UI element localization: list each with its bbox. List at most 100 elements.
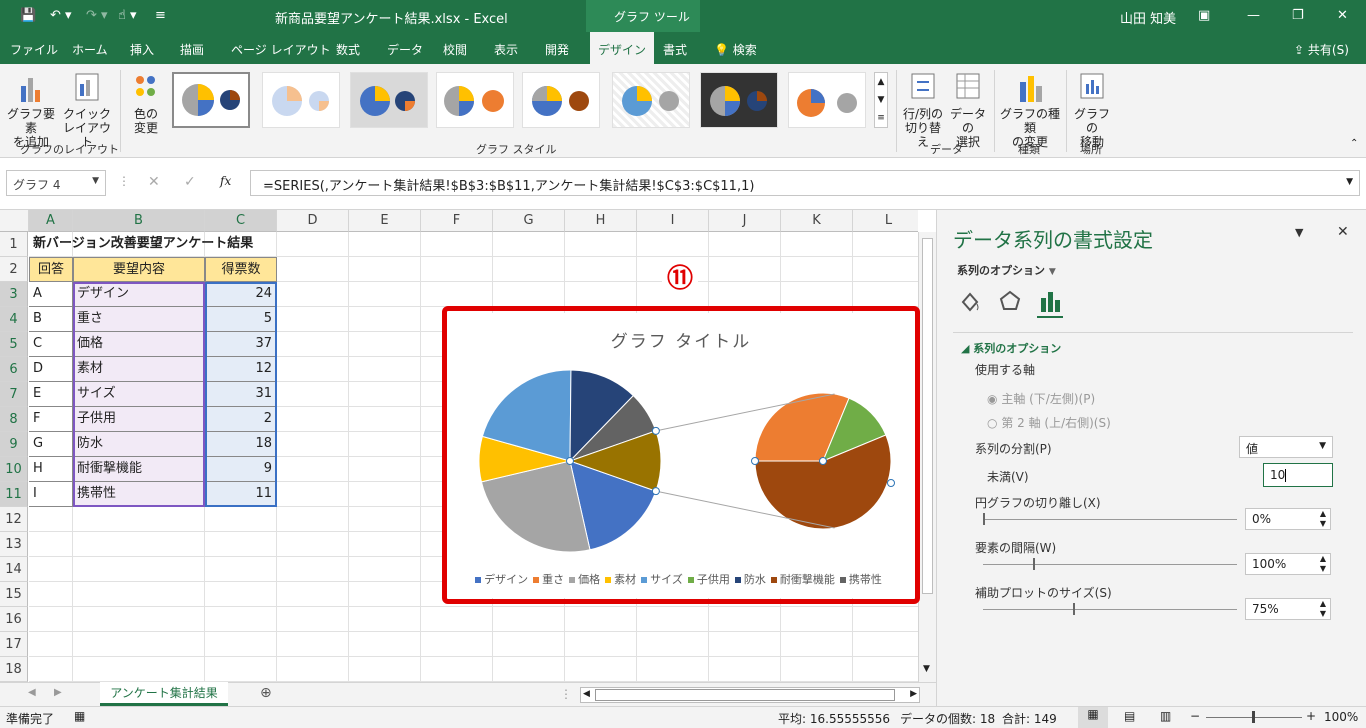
- name-box[interactable]: グラフ 4 ▼: [6, 170, 106, 196]
- cell[interactable]: [493, 282, 565, 307]
- cell[interactable]: [421, 232, 493, 257]
- cell[interactable]: [349, 507, 421, 532]
- collapse-ribbon-icon[interactable]: ⌃: [1350, 138, 1358, 149]
- cell[interactable]: [349, 657, 421, 682]
- column-header[interactable]: D: [277, 210, 349, 232]
- scroll-left-icon[interactable]: ◀: [583, 689, 590, 699]
- data-cell[interactable]: D: [29, 357, 73, 382]
- cell[interactable]: [73, 632, 205, 657]
- scroll-right-icon[interactable]: ▶: [910, 689, 917, 699]
- tab-data[interactable]: データ: [387, 41, 423, 58]
- data-cell[interactable]: 重さ: [73, 307, 205, 332]
- cell[interactable]: [349, 357, 421, 382]
- cell[interactable]: [853, 607, 918, 632]
- page-layout-view-icon[interactable]: ▤: [1124, 709, 1135, 723]
- header-cell[interactable]: 回答: [29, 257, 73, 282]
- cell[interactable]: [853, 282, 918, 307]
- split-handle-icon[interactable]: ⋮: [560, 687, 572, 701]
- tab-insert[interactable]: 挿入: [130, 41, 154, 58]
- insert-function-icon[interactable]: fx: [220, 174, 231, 188]
- cell[interactable]: [493, 607, 565, 632]
- tab-page-layout[interactable]: ページ レイアウト: [231, 41, 331, 58]
- header-cell[interactable]: 要望内容: [73, 257, 205, 282]
- row-header[interactable]: 17: [0, 632, 28, 657]
- prev-sheet-icon[interactable]: ◀: [28, 687, 36, 698]
- data-cell[interactable]: 子供用: [73, 407, 205, 432]
- cell[interactable]: [277, 657, 349, 682]
- row-header[interactable]: 16: [0, 607, 28, 632]
- cell[interactable]: [205, 657, 277, 682]
- data-cell[interactable]: B: [29, 307, 73, 332]
- below-value-input[interactable]: 10: [1263, 463, 1333, 487]
- cell[interactable]: [421, 632, 493, 657]
- column-header[interactable]: L: [853, 210, 918, 232]
- close-icon[interactable]: ✕: [1337, 8, 1348, 23]
- data-cell[interactable]: 9: [205, 457, 277, 482]
- ribbon-display-icon[interactable]: ▣: [1198, 8, 1210, 23]
- cell[interactable]: [349, 457, 421, 482]
- cell[interactable]: [205, 507, 277, 532]
- cell[interactable]: [421, 607, 493, 632]
- cell[interactable]: [781, 282, 853, 307]
- spinner-arrows-icon[interactable]: ▲ ▼: [1320, 599, 1326, 619]
- zoom-level[interactable]: 100%: [1324, 710, 1358, 724]
- row-header[interactable]: 18: [0, 657, 28, 682]
- cell[interactable]: [29, 607, 73, 632]
- formula-input[interactable]: =SERIES(,アンケート集計結果!$B$3:$B$11,アンケート集計結果!…: [250, 170, 1360, 196]
- row-header[interactable]: 14: [0, 557, 28, 582]
- cell[interactable]: [349, 432, 421, 457]
- tab-home[interactable]: ホーム: [72, 41, 108, 58]
- cell[interactable]: [277, 307, 349, 332]
- column-header[interactable]: B: [73, 210, 205, 232]
- cell[interactable]: [853, 657, 918, 682]
- share-button[interactable]: ⇪ 共有(S): [1294, 41, 1349, 58]
- cell[interactable]: [277, 332, 349, 357]
- chart-style-1[interactable]: [172, 72, 250, 128]
- pane-options-icon[interactable]: ▼: [1295, 226, 1303, 239]
- cell[interactable]: [349, 257, 421, 282]
- cell[interactable]: [781, 257, 853, 282]
- data-cell[interactable]: 37: [205, 332, 277, 357]
- undo-icon[interactable]: ↶ ▾: [50, 8, 72, 23]
- cell[interactable]: [781, 632, 853, 657]
- enter-icon[interactable]: ✓: [184, 174, 196, 190]
- normal-view-button[interactable]: ▦: [1078, 707, 1108, 728]
- split-series-select[interactable]: 値 ▼: [1239, 436, 1333, 458]
- tab-formulas[interactable]: 数式: [336, 41, 360, 58]
- cell[interactable]: [205, 532, 277, 557]
- cell[interactable]: [73, 557, 205, 582]
- column-header[interactable]: C: [205, 210, 277, 232]
- tab-view[interactable]: 表示: [494, 41, 518, 58]
- data-cell[interactable]: 5: [205, 307, 277, 332]
- row-header[interactable]: 10: [0, 457, 28, 482]
- chart-style-7[interactable]: [700, 72, 778, 128]
- data-cell[interactable]: 18: [205, 432, 277, 457]
- tab-format[interactable]: 書式: [663, 41, 687, 58]
- select-data-button[interactable]: データの 選択: [946, 70, 990, 149]
- cell[interactable]: [349, 557, 421, 582]
- chart-style-6[interactable]: [612, 72, 690, 128]
- data-cell[interactable]: F: [29, 407, 73, 432]
- sheet-title-cell[interactable]: 新バージョン改善要望アンケート結果: [29, 232, 253, 257]
- tab-review[interactable]: 校閲: [443, 41, 467, 58]
- data-cell[interactable]: 素材: [73, 357, 205, 382]
- macro-record-icon[interactable]: ▦: [74, 709, 85, 723]
- chart-style-8[interactable]: [788, 72, 866, 128]
- sheet-tab-active[interactable]: アンケート集計結果: [100, 682, 228, 706]
- cell[interactable]: [421, 282, 493, 307]
- chart-style-5[interactable]: [522, 72, 600, 128]
- redo-icon[interactable]: ↷ ▾: [86, 8, 108, 23]
- data-cell[interactable]: 12: [205, 357, 277, 382]
- vertical-scroll-thumb[interactable]: [922, 238, 933, 594]
- tab-design[interactable]: デザイン: [590, 32, 655, 64]
- cell[interactable]: [349, 407, 421, 432]
- status-sum[interactable]: 合計: 149: [1002, 710, 1057, 727]
- cell[interactable]: [29, 557, 73, 582]
- cell[interactable]: [565, 257, 637, 282]
- cell[interactable]: [349, 332, 421, 357]
- row-header[interactable]: 6: [0, 357, 28, 382]
- column-header[interactable]: I: [637, 210, 709, 232]
- cell[interactable]: [637, 657, 709, 682]
- data-cell[interactable]: サイズ: [73, 382, 205, 407]
- effects-icon[interactable]: [997, 288, 1023, 314]
